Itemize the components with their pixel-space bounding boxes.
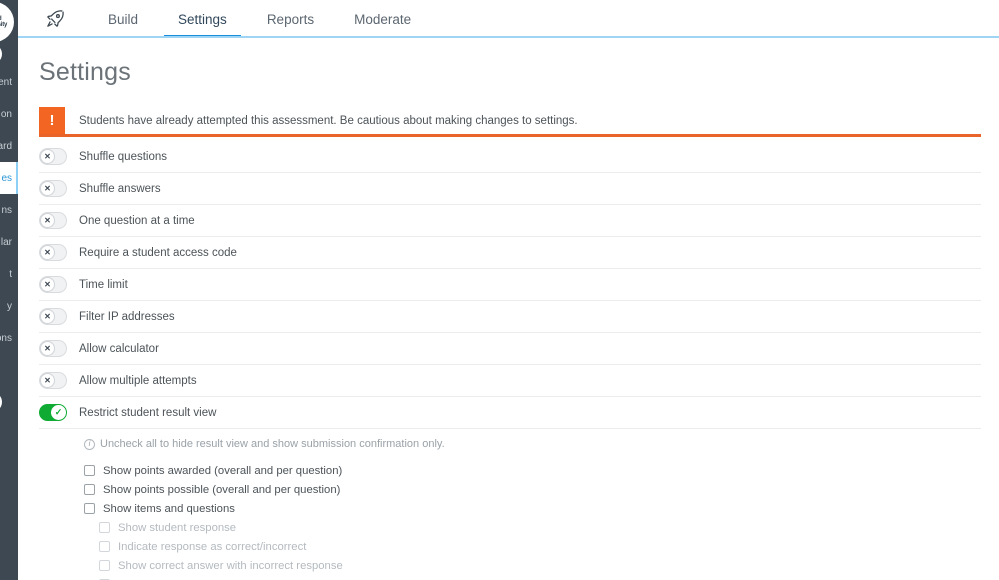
tab-build[interactable]: Build [88,0,158,38]
cross-icon: ✕ [40,149,55,164]
cross-icon: ✕ [40,341,55,356]
toggle-switch[interactable]: ✕ [39,308,67,325]
rocket-icon[interactable] [32,0,78,38]
check-icon: ✓ [51,405,66,420]
tab-settings[interactable]: Settings [158,0,247,38]
toggle-switch[interactable]: ✕ [39,372,67,389]
setting-label: Allow multiple attempts [79,375,197,387]
setting-label: Require a student access code [79,247,237,259]
sidebar-items: ment on ard es ns lar t y ons [0,66,18,354]
setting-row: ✕ Time limit [39,269,981,301]
checkbox[interactable] [84,484,95,495]
org-logo: world university [0,2,14,42]
top-navigation: BuildSettingsReportsModerate [18,0,999,38]
checkbox-label: Show correct answer with incorrect respo… [118,560,343,572]
toggle-switch[interactable]: ✓ [39,404,67,421]
checkbox [99,560,110,571]
cross-icon: ✕ [40,181,55,196]
page-title: Settings [39,58,981,87]
sidebar-item-label: t [9,269,12,280]
toggle-switch[interactable]: ✕ [39,148,67,165]
result-view-options: Show points awarded (overall and per que… [84,461,981,580]
cross-icon: ✕ [40,309,55,324]
setting-row: ✕ Shuffle questions [39,141,981,173]
setting-row: ✕ Filter IP addresses [39,301,981,333]
setting-row: ✕ Require a student access code [39,237,981,269]
sidebar-item-label: es [1,173,12,184]
checkbox[interactable] [84,503,95,514]
checkbox-row: Show item feedback [99,575,981,580]
setting-row: ✕ Allow calculator [39,333,981,365]
toggle-switch[interactable]: ✕ [39,244,67,261]
sidebar-item[interactable]: t [0,258,18,290]
checkbox-label: Indicate response as correct/incorrect [118,541,306,553]
main-content: Settings ! Students have already attempt… [18,38,999,580]
sidebar-item[interactable]: lar [0,226,18,258]
setting-label: Shuffle answers [79,183,161,195]
cross-icon: ✕ [40,373,55,388]
cross-icon: ✕ [40,245,55,260]
sidebar-item-label: ard [0,141,12,152]
checkbox-label: Show points awarded (overall and per que… [103,465,342,477]
left-sidebar: world university 1 ment on ard es ns lar t y ons… [0,0,18,580]
sidebar-item[interactable]: ns [0,194,18,226]
setting-label: Time limit [79,279,128,291]
checkbox-label: Show items and questions [103,503,235,515]
checkbox-row: Indicate response as correct/incorrect [99,537,981,556]
checkbox-row: Show points possible (overall and per qu… [84,480,981,499]
toggle-switch[interactable]: ✕ [39,180,67,197]
sidebar-item[interactable]: ons [0,322,18,354]
org-logo-mark: world university [0,16,14,28]
checkbox-row: Show student response [99,518,981,537]
tab-moderate[interactable]: Moderate [334,0,431,38]
result-view-hint: i Uncheck all to hide result view and sh… [84,438,981,450]
checkbox-row: Show items and questions [84,499,981,518]
warning-message: Students have already attempted this ass… [65,107,578,134]
info-icon: i [84,439,95,450]
warning-banner: ! Students have already attempted this a… [39,107,981,137]
checkbox-row: Show correct answer with incorrect respo… [99,556,981,575]
checkbox-label: Show student response [118,522,236,534]
sidebar-item-label: ns [1,205,12,216]
sidebar-item-label: y [7,301,12,312]
setting-row: ✕ Shuffle answers [39,173,981,205]
checkbox [99,522,110,533]
app-root: world university 1 ment on ard es ns lar t y ons… [0,0,999,580]
setting-row: ✓ Restrict student result view [39,397,981,429]
sidebar-item[interactable]: ard [0,130,18,162]
warning-icon: ! [39,107,65,134]
setting-row: ✕ One question at a time [39,205,981,237]
toggle-switch[interactable]: ✕ [39,212,67,229]
sidebar-item[interactable]: y [0,290,18,322]
toggle-switch[interactable]: ✕ [39,276,67,293]
sidebar-item[interactable]: on [0,98,18,130]
sidebar-item-label: ment [0,77,12,88]
setting-label: One question at a time [79,215,195,227]
checkbox-label: Show points possible (overall and per qu… [103,484,340,496]
sidebar-item[interactable]: es [0,162,18,194]
nav-tabs: BuildSettingsReportsModerate [88,0,431,38]
setting-label: Filter IP addresses [79,311,175,323]
notification-badge: 1 [0,44,2,64]
setting-label: Shuffle questions [79,151,167,163]
checkbox[interactable] [84,465,95,476]
help-badge[interactable]: ? [0,392,2,412]
setting-row: ✕ Allow multiple attempts [39,365,981,397]
checkbox [99,541,110,552]
result-view-hint-text: Uncheck all to hide result view and show… [100,438,445,450]
cross-icon: ✕ [40,277,55,292]
tab-reports[interactable]: Reports [247,0,334,38]
sidebar-item[interactable]: ment [0,66,18,98]
setting-label: Restrict student result view [79,407,216,419]
checkbox-row: Show points awarded (overall and per que… [84,461,981,480]
sidebar-item-label: ons [0,333,12,344]
toggle-switch[interactable]: ✕ [39,340,67,357]
settings-list: ✕ Shuffle questions ✕ Shuffle answers ✕ One q… [39,141,981,429]
sidebar-item-label: on [1,109,12,120]
sidebar-item-label: lar [1,237,12,248]
cross-icon: ✕ [40,213,55,228]
setting-label: Allow calculator [79,343,159,355]
